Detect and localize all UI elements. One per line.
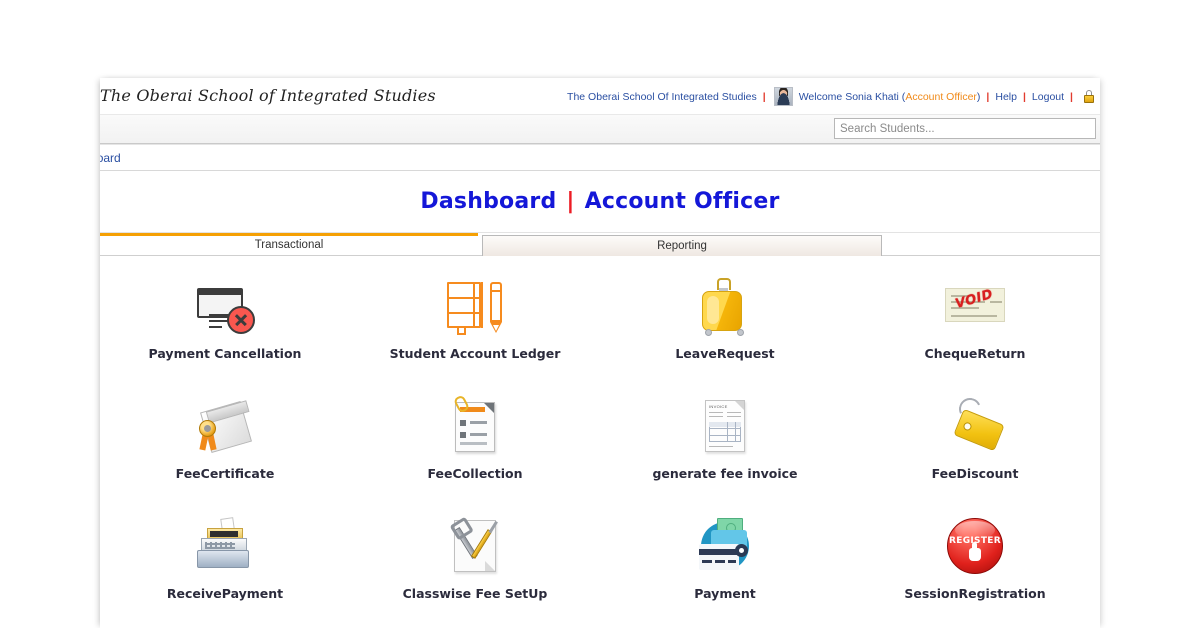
tile-student-account-ledger[interactable]: Student Account Ledger: [350, 274, 600, 394]
tile-classwise-fee-setup[interactable]: Classwise Fee SetUp: [350, 514, 600, 628]
search-students-input[interactable]: [834, 118, 1096, 139]
page-title-zone: Dashboard | Account Officer: [100, 171, 1100, 233]
tab-reporting[interactable]: Reporting: [482, 235, 882, 257]
tile-fee-collection[interactable]: FeeCollection: [350, 394, 600, 514]
wallet-cards-icon: [693, 514, 757, 578]
tab-strip: Transactional Reporting: [100, 233, 1100, 257]
cash-register-icon: [193, 514, 257, 578]
page-title-divider: |: [566, 189, 575, 214]
page-header: The Oberai School of Integrated Studies …: [100, 78, 1100, 115]
breadcrumb-dashboard[interactable]: Dashboard: [100, 151, 121, 165]
certificate-seal-icon: [193, 394, 257, 458]
lock-body: [1084, 95, 1094, 103]
tile-label: FeeDiscount: [931, 466, 1019, 481]
tile-label: Payment Cancellation: [148, 346, 302, 361]
tile-payment-cancellation[interactable]: Payment Cancellation: [100, 274, 350, 394]
tile-label: FeeCertificate: [175, 466, 275, 481]
tile-label: Classwise Fee SetUp: [402, 586, 548, 601]
help-link[interactable]: Help: [995, 91, 1017, 103]
tile-label: ChequeReturn: [924, 346, 1026, 361]
welcome-text: Welcome Sonia Khati (: [798, 90, 906, 103]
school-logo-text: The Oberai School of Integrated Studies: [100, 86, 436, 105]
tools-wrench-screwdriver-icon: [443, 514, 507, 578]
invoice-title-text: INVOICE: [709, 404, 728, 409]
tile-label: ReceivePayment: [166, 586, 284, 601]
register-button-icon: REGISTER: [943, 514, 1007, 578]
tile-label: FeeCollection: [427, 466, 523, 481]
invoice-document-icon: INVOICE: [693, 394, 757, 458]
suitcase-icon: [693, 274, 757, 338]
tile-grid: Payment Cancellation Student Account Led…: [100, 256, 1100, 628]
logout-link[interactable]: Logout: [1032, 91, 1064, 103]
page-title-left: Dashboard: [420, 189, 557, 214]
price-tag-icon: [943, 394, 1007, 458]
welcome-text-suffix: ): [976, 90, 981, 103]
tile-payment[interactable]: Payment: [600, 514, 850, 628]
user-avatar[interactable]: [773, 87, 793, 106]
school-name-link[interactable]: The Oberai School Of Integrated Studies: [567, 91, 757, 103]
page-title-right: Account Officer: [584, 189, 780, 214]
breadcrumb: Dashboard: [100, 144, 1100, 171]
screenshot-canvas: The Oberai School of Integrated Studies …: [0, 0, 1200, 628]
header-user-area: The Oberai School Of Integrated Studies …: [567, 87, 1096, 106]
ledger-notebook-icon: [443, 274, 507, 338]
user-role-label: Account Officer: [905, 90, 977, 103]
tile-label: LeaveRequest: [675, 346, 775, 361]
header-separator-4: |: [1070, 90, 1073, 103]
tile-label: generate fee invoice: [652, 466, 798, 481]
search-bar: [100, 115, 1100, 144]
tile-row: Payment Cancellation Student Account Led…: [100, 274, 1100, 394]
cheque-void-icon: VOID: [943, 274, 1007, 338]
header-separator-2: |: [986, 90, 990, 103]
header-separator-1: |: [762, 90, 766, 103]
tile-label: SessionRegistration: [904, 586, 1046, 601]
header-separator-3: |: [1022, 90, 1026, 103]
document-clip-icon: [443, 394, 507, 458]
tile-session-registration[interactable]: REGISTER SessionRegistration: [850, 514, 1100, 628]
tab-transactional[interactable]: Transactional: [100, 233, 478, 255]
tile-receive-payment[interactable]: ReceivePayment: [100, 514, 350, 628]
tile-leave-request[interactable]: LeaveRequest: [600, 274, 850, 394]
tile-label: Payment: [694, 586, 756, 601]
tile-cheque-return[interactable]: VOID ChequeReturn: [850, 274, 1100, 394]
tile-fee-discount[interactable]: FeeDiscount: [850, 394, 1100, 514]
tile-label: Student Account Ledger: [389, 346, 561, 361]
lock-icon[interactable]: [1083, 90, 1096, 103]
page-title: Dashboard | Account Officer: [420, 189, 779, 214]
tile-row: ReceivePayment Classwise Fee SetUp Payme…: [100, 514, 1100, 628]
tile-row: FeeCertificate FeeCollection INVOICE gen…: [100, 394, 1100, 514]
application-page: The Oberai School of Integrated Studies …: [100, 78, 1100, 628]
tile-generate-fee-invoice[interactable]: INVOICE generate fee invoice: [600, 394, 850, 514]
tile-fee-certificate[interactable]: FeeCertificate: [100, 394, 350, 514]
payment-cancellation-icon: [193, 274, 257, 338]
